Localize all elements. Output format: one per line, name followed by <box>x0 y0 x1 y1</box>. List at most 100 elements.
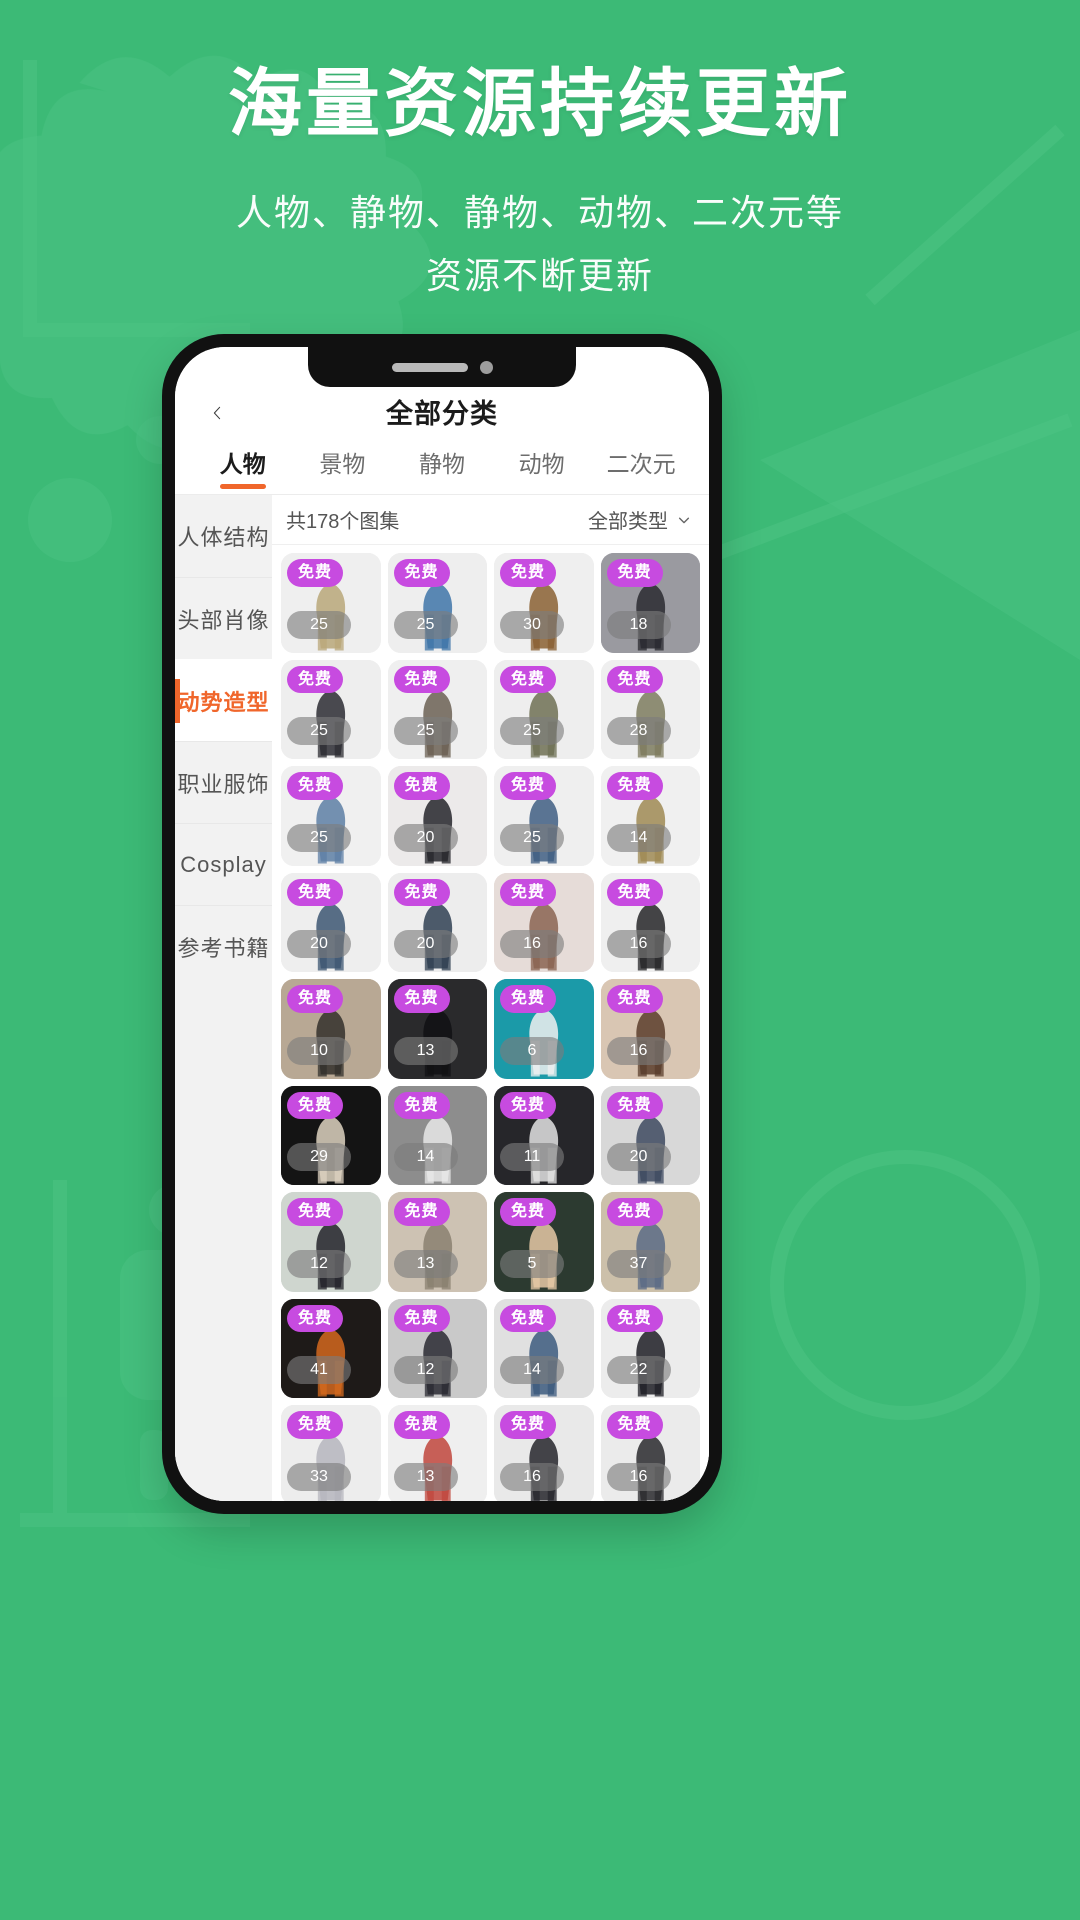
album-cell[interactable]: 免费 25 <box>494 659 594 759</box>
image-count-badge: 16 <box>606 930 671 958</box>
image-count-badge: 25 <box>287 823 351 852</box>
album-cell[interactable]: 免费 20 <box>600 1085 700 1185</box>
album-cell[interactable]: 免费 16 <box>494 1405 594 1501</box>
sidebar-item-cosplay[interactable]: Cosplay <box>175 823 272 905</box>
image-count-badge: 16 <box>500 930 564 958</box>
speaker-icon <box>391 362 468 372</box>
album-cell[interactable]: 免费 5 <box>494 1192 594 1292</box>
free-badge: 免费 <box>500 1091 557 1120</box>
image-count-badge: 41 <box>287 1356 351 1384</box>
type-filter-dropdown[interactable]: 全部类型 <box>588 505 691 534</box>
album-cell[interactable]: 免费 41 <box>281 1298 381 1398</box>
album-cell[interactable]: 免费 25 <box>281 553 381 653</box>
album-cell[interactable]: 免费 16 <box>600 979 700 1079</box>
album-cell[interactable]: 免费 30 <box>494 553 594 653</box>
album-cell[interactable]: 免费 18 <box>600 553 700 653</box>
album-cell[interactable]: 免费 12 <box>281 1192 381 1292</box>
camera-icon <box>479 360 493 374</box>
album-cell[interactable]: 免费 33 <box>281 1405 381 1501</box>
free-badge: 免费 <box>606 665 663 694</box>
image-count-badge: 29 <box>287 1143 351 1171</box>
album-cell[interactable]: 免费 37 <box>600 1192 700 1292</box>
free-badge: 免费 <box>500 665 557 694</box>
free-badge: 免费 <box>606 559 663 587</box>
album-cell[interactable]: 免费 16 <box>494 872 594 972</box>
image-count-badge: 33 <box>287 1462 351 1491</box>
album-cell[interactable]: 免费 20 <box>281 872 381 972</box>
phone-notch <box>308 347 576 387</box>
image-count-badge: 16 <box>606 1462 671 1491</box>
album-cell[interactable]: 免费 13 <box>387 1192 487 1292</box>
album-cell[interactable]: 免费 11 <box>494 1085 594 1185</box>
free-badge: 免费 <box>393 1198 450 1226</box>
tab-renwu[interactable]: 人物 <box>193 443 293 479</box>
tab-jingwu2[interactable]: 静物 <box>392 443 492 479</box>
image-count-badge: 25 <box>393 717 458 745</box>
free-badge: 免费 <box>606 1304 663 1333</box>
image-count-badge: 11 <box>500 1143 564 1171</box>
album-cell[interactable]: 免费 12 <box>387 1298 487 1398</box>
sidebar-item-reference-books[interactable]: 参考书籍 <box>175 905 272 987</box>
album-cell[interactable]: 免费 13 <box>387 1405 487 1501</box>
free-badge: 免费 <box>606 878 663 907</box>
image-count-badge: 14 <box>500 1356 564 1384</box>
album-cell[interactable]: 免费 6 <box>494 979 594 1079</box>
tab-jingwu[interactable]: 景物 <box>293 443 393 479</box>
album-cell[interactable]: 免费 25 <box>494 766 594 866</box>
album-cell[interactable]: 免费 16 <box>600 1405 700 1501</box>
hero-subtitle-line-2: 资源不断更新 <box>425 254 654 296</box>
sidebar-item-human-structure[interactable]: 人体结构 <box>175 495 272 577</box>
free-badge: 免费 <box>606 1411 663 1439</box>
image-count-badge: 25 <box>500 717 564 745</box>
album-cell[interactable]: 免费 25 <box>387 659 487 759</box>
album-cell[interactable]: 免费 28 <box>600 659 700 759</box>
free-badge: 免费 <box>606 1091 663 1120</box>
album-cell[interactable]: 免费 20 <box>387 766 487 866</box>
image-count-badge: 25 <box>393 610 458 639</box>
free-badge: 免费 <box>500 1198 557 1226</box>
type-filter-label: 全部类型 <box>588 511 668 533</box>
image-count-badge: 37 <box>606 1249 671 1278</box>
image-count-badge: 20 <box>606 1143 671 1171</box>
hero-section: 海量资源持续更新 人物、静物、静物、动物、二次元等 资源不断更新 <box>0 0 1080 307</box>
image-count-badge: 10 <box>287 1036 351 1065</box>
back-button[interactable] <box>197 393 237 433</box>
album-cell[interactable]: 免费 13 <box>387 979 487 1079</box>
album-cell[interactable]: 免费 29 <box>281 1085 381 1185</box>
free-badge: 免费 <box>606 1198 663 1226</box>
free-badge: 免费 <box>287 665 344 694</box>
phone-screen: 全部分类 人物 景物 静物 动物 二次元 人体结构 头部肖像 动势造型 职业服饰… <box>175 347 709 1501</box>
free-badge: 免费 <box>393 1091 450 1120</box>
album-cell[interactable]: 免费 25 <box>281 766 381 866</box>
sidebar-item-dynamic-pose[interactable]: 动势造型 <box>175 659 272 741</box>
album-cell[interactable]: 免费 10 <box>281 979 381 1079</box>
image-count-badge: 20 <box>393 823 458 852</box>
album-cell[interactable]: 免费 14 <box>494 1298 594 1398</box>
free-badge: 免费 <box>287 878 344 907</box>
free-badge: 免费 <box>287 1304 344 1333</box>
album-cell[interactable]: 免费 16 <box>600 872 700 972</box>
sidebar-item-occupational-attire[interactable]: 职业服饰 <box>175 741 272 823</box>
tab-dongwu[interactable]: 动物 <box>492 443 592 479</box>
page-title: 海量资源持续更新 <box>228 62 852 145</box>
free-badge: 免费 <box>500 559 557 587</box>
free-badge: 免费 <box>287 1411 344 1439</box>
tab-erciyuan[interactable]: 二次元 <box>591 443 691 479</box>
sidebar-item-head-portrait[interactable]: 头部肖像 <box>175 577 272 659</box>
album-cell[interactable]: 免费 14 <box>387 1085 487 1185</box>
free-badge: 免费 <box>393 1304 450 1333</box>
image-count-badge: 25 <box>500 823 564 852</box>
album-cell[interactable]: 免费 22 <box>600 1298 700 1398</box>
album-cell[interactable]: 免费 25 <box>387 553 487 653</box>
free-badge: 免费 <box>393 665 450 694</box>
image-count-badge: 20 <box>393 930 458 958</box>
free-badge: 免费 <box>287 559 344 587</box>
image-count-badge: 22 <box>606 1356 671 1384</box>
image-count-badge: 13 <box>393 1036 458 1065</box>
album-cell[interactable]: 免费 14 <box>600 766 700 866</box>
album-cell[interactable]: 免费 25 <box>281 659 381 759</box>
image-count-badge: 25 <box>287 610 351 639</box>
image-count-badge: 25 <box>287 717 351 745</box>
free-badge: 免费 <box>287 772 344 800</box>
album-cell[interactable]: 免费 20 <box>387 872 487 972</box>
